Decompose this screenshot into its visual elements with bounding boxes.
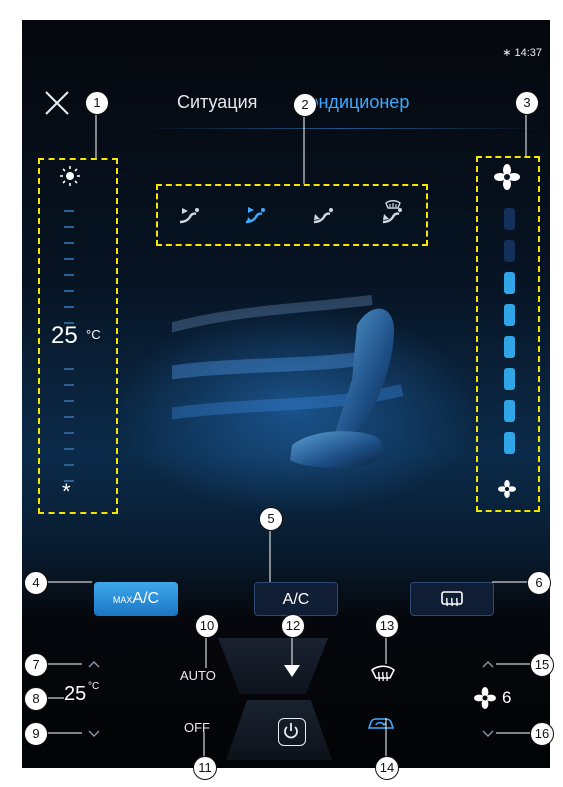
- callout-11: 11: [193, 756, 217, 780]
- callout-10: 10: [195, 614, 219, 638]
- callout-lines: [46, 112, 530, 758]
- callout-8: 8: [24, 687, 48, 711]
- callout-16: 16: [530, 722, 554, 746]
- callout-2: 2: [293, 93, 317, 117]
- callout-4: 4: [24, 571, 48, 595]
- callout-15: 15: [530, 653, 554, 677]
- callout-3: 3: [515, 91, 539, 115]
- callout-5: 5: [259, 507, 283, 531]
- callout-7: 7: [24, 653, 48, 677]
- callout-1: 1: [85, 91, 109, 115]
- callout-6: 6: [527, 571, 551, 595]
- callout-14: 14: [375, 756, 399, 780]
- callout-9: 9: [24, 722, 48, 746]
- callout-13: 13: [375, 614, 399, 638]
- callout-12: 12: [281, 614, 305, 638]
